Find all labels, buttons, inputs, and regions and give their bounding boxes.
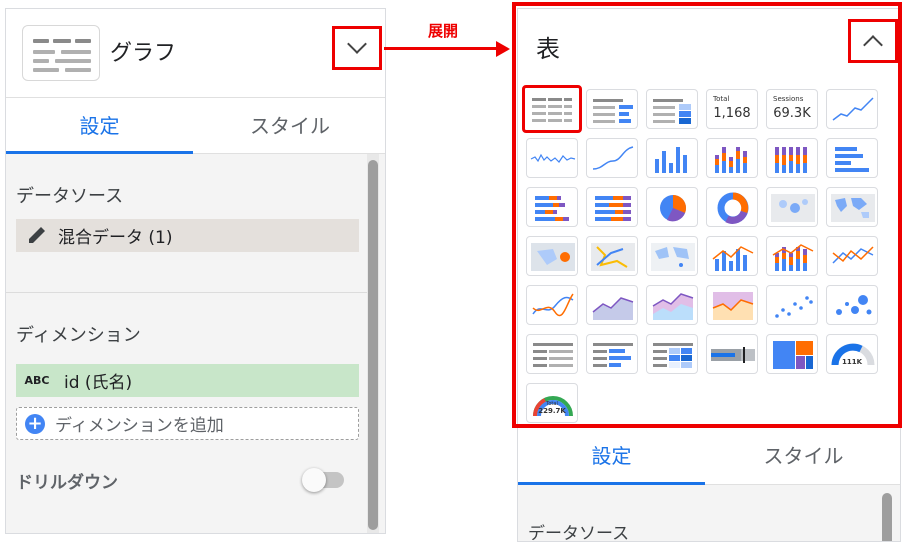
expand-chart-type-button[interactable]: [332, 26, 382, 70]
tab-setup[interactable]: 設定: [6, 98, 193, 154]
dimension-chip[interactable]: ABC id (氏名): [16, 364, 359, 397]
dimension-field-name: id (氏名): [64, 373, 133, 393]
expand-annotation-label: 展開: [428, 22, 459, 40]
table-chart-thumbnail-icon[interactable]: [22, 25, 100, 81]
drilldown-label: ドリルダウン: [16, 473, 118, 493]
dimension-heading: ディメンション: [16, 325, 141, 346]
chevron-down-icon: [347, 34, 367, 54]
left-tab-bar: 設定 スタイル: [6, 97, 385, 154]
data-source-heading: データソース: [528, 524, 630, 542]
screenshot-stage: { "left_panel": { "title": "グラフ", "tabs"…: [0, 0, 907, 542]
add-dimension-label: ディメンションを追加: [55, 416, 224, 436]
annotation-arrow-line: [384, 47, 498, 50]
pencil-icon: [29, 227, 45, 243]
drilldown-toggle[interactable]: [302, 468, 344, 492]
highlight-frame: [512, 2, 902, 428]
scrollbar-thumb[interactable]: [882, 493, 892, 541]
tab-style[interactable]: スタイル: [705, 426, 900, 486]
right-tab-bar: 設定 スタイル: [518, 425, 900, 486]
tab-setup[interactable]: 設定: [518, 426, 705, 486]
right-settings-body: データソース: [518, 485, 900, 542]
annotation-arrow-head: [496, 41, 510, 57]
scrollbar-thumb[interactable]: [368, 160, 378, 530]
toggle-knob: [302, 468, 326, 492]
chart-type-name: グラフ: [110, 41, 177, 66]
tab-style[interactable]: スタイル: [193, 98, 385, 154]
add-icon: +: [25, 413, 45, 434]
section-divider: [6, 292, 368, 293]
data-source-heading: データソース: [16, 186, 124, 207]
left-panel-header: グラフ: [6, 9, 385, 97]
data-source-name: 混合データ (1): [58, 228, 173, 248]
add-dimension-button[interactable]: + ディメンションを追加: [16, 407, 359, 440]
left-settings-body: データソース 混合データ (1) ディメンション ABC id (氏名) + デ…: [6, 154, 385, 533]
left-panel: グラフ 設定 スタイル データソース 混合データ (1) ディメンション ABC…: [5, 8, 386, 534]
data-source-chip[interactable]: 混合データ (1): [16, 219, 359, 252]
text-type-badge: ABC: [24, 374, 50, 387]
